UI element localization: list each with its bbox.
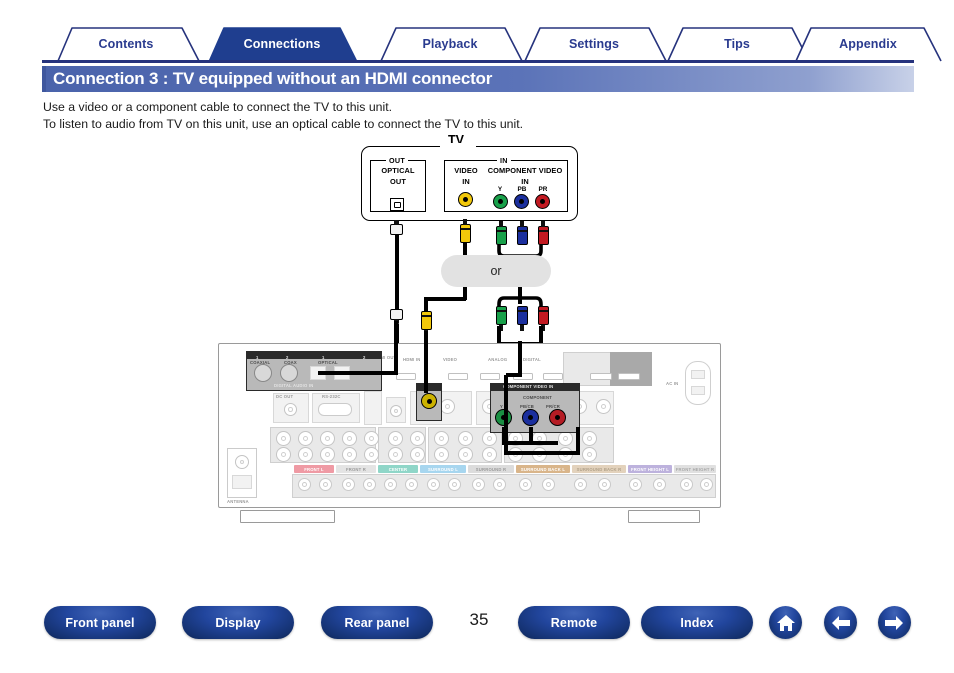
page-title-bar: Connection 3 : TV equipped without an HD… — [42, 66, 914, 92]
bottom-navigation-bar: Front panel Display Rear panel 35 Remote… — [0, 606, 954, 651]
arrow-left-icon-glyph — [832, 615, 850, 630]
tab-playback[interactable]: Playback — [367, 26, 533, 62]
page-title: Connection 3 : TV equipped without an HD… — [53, 69, 493, 88]
component-plug-pr-bottom-band — [538, 310, 548, 312]
nav-front-panel-button[interactable]: Front panel — [44, 606, 156, 639]
tv-component-pb-jack — [514, 194, 529, 209]
video-plug-top — [459, 219, 471, 243]
tv-video-in-jack — [458, 192, 473, 207]
tab-settings[interactable]: Settings — [511, 26, 677, 62]
component-pin-label-pb: PB — [517, 186, 527, 193]
video-cable-vertical-lower — [424, 297, 428, 312]
nav-button-label: Front panel — [65, 615, 135, 630]
video-plug-bottom — [420, 311, 432, 336]
component-plug-pr-bottom — [537, 306, 549, 331]
nav-rear-panel-button[interactable]: Rear panel — [321, 606, 433, 639]
tv-out-group-label: OUT — [386, 156, 409, 165]
nav-index-button[interactable]: Index — [641, 606, 753, 639]
home-icon-glyph — [776, 614, 795, 631]
receiver-connection-wires — [318, 321, 580, 455]
nav-button-label: Display — [215, 615, 261, 630]
component-pin-label-y: Y — [497, 186, 503, 193]
intro-text: Use a video or a component cable to conn… — [43, 99, 743, 132]
video-plug-bottom-band — [421, 315, 431, 317]
component-plug-pb-top-tip — [520, 221, 524, 227]
tab-appendix[interactable]: Appendix — [782, 26, 954, 62]
component-plug-y-bottom-band — [496, 310, 506, 312]
tab-contents[interactable]: Contents — [42, 26, 210, 62]
tab-label: Contents — [98, 37, 154, 51]
component-plug-pr-top-band — [538, 230, 548, 232]
nav-button-label: Index — [680, 615, 714, 630]
intro-line-2: To listen to audio from TV on this unit,… — [43, 116, 524, 131]
component-plug-pb-bottom — [516, 306, 528, 331]
video-plug-top-tip — [463, 219, 467, 225]
component-in-label-2: IN — [521, 177, 529, 186]
tv-in-group-label: IN — [497, 156, 511, 165]
video-cable-horizontal — [424, 297, 466, 301]
intro-line-1: Use a video or a component cable to conn… — [43, 100, 393, 114]
optical-jack-inner — [393, 201, 401, 208]
component-plug-pr-top-tip — [541, 221, 545, 227]
component-plug-pb-top-band — [517, 230, 527, 232]
nav-remote-button[interactable]: Remote — [518, 606, 630, 639]
or-separator: or — [441, 255, 551, 287]
optical-plug-top-pin — [394, 220, 399, 225]
nav-display-button[interactable]: Display — [182, 606, 294, 639]
home-icon[interactable] — [769, 606, 802, 639]
video-in-label-1: VIDEO — [454, 166, 478, 175]
tab-connections[interactable]: Connections — [194, 26, 370, 62]
video-plug-top-band — [460, 228, 470, 230]
title-bar-accent — [42, 66, 46, 92]
component-plug-y-top-band — [496, 230, 506, 232]
tab-label: Connections — [243, 37, 321, 51]
arrow-right-icon[interactable] — [878, 606, 911, 639]
component-plug-pb-bottom-band — [517, 310, 527, 312]
optical-out-label-2: OUT — [390, 177, 406, 186]
tv-component-y-jack — [493, 194, 508, 209]
component-in-label-1: COMPONENT VIDEO — [487, 166, 563, 175]
tv-component-pr-jack — [535, 194, 550, 209]
nav-button-label: Remote — [550, 615, 598, 630]
optical-out-jack — [390, 198, 404, 211]
tab-bar-rule — [42, 60, 914, 63]
arrow-right-icon-glyph — [885, 615, 903, 630]
tv-label-notch — [440, 143, 476, 149]
tab-label: Tips — [724, 37, 750, 51]
page-number: 35 — [469, 610, 489, 629]
video-in-label-2: IN — [462, 177, 470, 186]
component-plug-y-bottom — [495, 306, 507, 331]
optical-cable-wire — [394, 234, 399, 310]
component-plug-y-top-tip — [499, 221, 503, 227]
tab-label: Appendix — [839, 37, 897, 51]
tab-label: Settings — [568, 37, 620, 51]
arrow-left-icon[interactable] — [824, 606, 857, 639]
top-tab-bar: Contents Connections Playback Settings T… — [42, 26, 942, 62]
nav-button-label: Rear panel — [344, 615, 410, 630]
component-pin-label-pr: PR — [538, 186, 548, 193]
optical-out-label-1: OPTICAL — [381, 166, 415, 175]
tab-label: Playback — [422, 37, 478, 51]
or-label: or — [490, 264, 502, 278]
